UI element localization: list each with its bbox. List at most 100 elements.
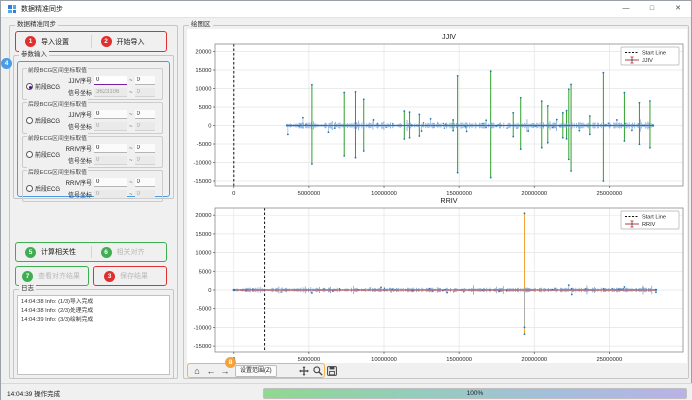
svg-text:-15000: -15000 bbox=[193, 179, 211, 185]
field-label: RRIV序号 bbox=[64, 144, 92, 153]
radio-circle[interactable] bbox=[26, 117, 33, 124]
badge-3: 3 bbox=[104, 271, 115, 282]
save-result-box: 3 保存结果 bbox=[93, 266, 167, 286]
svg-text:-15000: -15000 bbox=[193, 344, 211, 350]
svg-text:-5000: -5000 bbox=[197, 307, 212, 313]
svg-text:-10000: -10000 bbox=[193, 161, 211, 167]
badge-2: 2 bbox=[101, 36, 112, 47]
svg-text:5000: 5000 bbox=[199, 269, 212, 275]
correlation-buttons-box: 5 计算相关性 6 相关对齐 bbox=[15, 242, 167, 262]
minimize-button[interactable]: — bbox=[613, 1, 639, 17]
title-bar: 数据精准同步 — □ ✕ bbox=[1, 1, 691, 18]
svg-text:15000: 15000 bbox=[195, 68, 211, 74]
param-section-bcg-rear: 后段BCG区间坐标取值 后段BCG JJIV序号 ~ 信号坐标 ~ bbox=[22, 102, 163, 134]
field-label: 信号坐标 bbox=[64, 156, 92, 165]
svg-text:15000: 15000 bbox=[195, 232, 211, 238]
signal-coord-to-input[interactable] bbox=[135, 88, 155, 97]
signal-coord-to-input[interactable] bbox=[135, 156, 155, 165]
svg-text:5000000: 5000000 bbox=[298, 191, 321, 197]
rriv-index-from-input[interactable] bbox=[94, 144, 127, 153]
signal-coord-from-input[interactable] bbox=[94, 190, 127, 199]
progress-bar: 100% bbox=[263, 388, 687, 399]
badge-7: 7 bbox=[22, 271, 33, 282]
plot-panel-title: 绘图区 bbox=[189, 21, 213, 28]
rriv-index-from-input[interactable] bbox=[94, 178, 127, 187]
svg-text:20000000: 20000000 bbox=[521, 191, 547, 197]
jjiv-index-to-input[interactable] bbox=[135, 76, 155, 85]
jjiv-index-from-input[interactable] bbox=[94, 76, 127, 85]
start-import-button[interactable]: 2 开始导入 bbox=[92, 32, 167, 51]
signal-coord-to-input[interactable] bbox=[135, 190, 155, 199]
svg-text:0: 0 bbox=[208, 124, 211, 130]
field-label: JJIV序号 bbox=[64, 76, 92, 85]
figure-canvas[interactable]: 0500000010000000150000002000000025000000… bbox=[187, 29, 687, 363]
badge-6: 6 bbox=[101, 247, 112, 258]
log-group-title: 日志 bbox=[19, 285, 36, 292]
left-panel-title: 数据精准同步 bbox=[15, 21, 58, 28]
params-group-title: 参数输入 bbox=[19, 51, 49, 58]
param-section-bcg-front: 前段BCG区间坐标取值 前段BCG JJIV序号 ~ 信号坐标 ~ bbox=[22, 68, 163, 100]
log-area[interactable]: 14:04:38 Info: (1/3)导入完成 14:04:38 Info: … bbox=[17, 295, 170, 375]
import-settings-button[interactable]: 1 导入设置 bbox=[16, 32, 91, 51]
badge-1: 1 bbox=[25, 36, 36, 47]
radio-circle[interactable] bbox=[26, 185, 33, 192]
import-buttons-box: 1 导入设置 2 开始导入 bbox=[15, 31, 167, 52]
svg-text:JJIV: JJIV bbox=[442, 32, 456, 41]
svg-text:0: 0 bbox=[208, 288, 211, 294]
view-align-result-button[interactable]: 7 查看对齐结果 bbox=[16, 267, 88, 285]
field-label: 信号坐标 bbox=[64, 88, 92, 97]
set-range-button[interactable]: 设置范围(Z) bbox=[235, 365, 277, 377]
status-bar: 14:04:39 操作完成 100% bbox=[1, 383, 692, 400]
maximize-button[interactable]: □ bbox=[639, 1, 665, 17]
badge-4: 4 bbox=[1, 58, 12, 69]
close-button[interactable]: ✕ bbox=[665, 1, 691, 17]
svg-text:25000000: 25000000 bbox=[596, 191, 622, 197]
zoom-icon[interactable] bbox=[313, 366, 323, 376]
field-label: JJIV序号 bbox=[64, 110, 92, 119]
svg-text:5000: 5000 bbox=[199, 105, 212, 111]
svg-text:20000: 20000 bbox=[195, 213, 211, 219]
compute-correlation-button[interactable]: 5 计算相关性 bbox=[16, 243, 91, 261]
radio-circle[interactable] bbox=[26, 151, 33, 158]
signal-coord-from-input[interactable] bbox=[94, 122, 127, 131]
radio-bcg-front[interactable]: 前段BCG bbox=[26, 82, 60, 91]
svg-text:RRIV: RRIV bbox=[440, 196, 457, 205]
rriv-index-to-input[interactable] bbox=[135, 178, 155, 187]
radio-ecg-rear[interactable]: 后段ECG bbox=[26, 184, 60, 193]
log-entry: 14:04:38 Info: (2/3)处理完成 bbox=[21, 307, 166, 316]
badge-8: 8 bbox=[225, 357, 236, 368]
plot-toolbar: ⌂ ← → 设置范围(Z) bbox=[187, 363, 687, 379]
param-section-ecg-rear: 后段ECG区间坐标取值 后段ECG RRIV序号 ~ 信号坐标 ~ bbox=[22, 170, 163, 202]
log-entry: 14:04:38 Info: (1/3)导入完成 bbox=[21, 298, 166, 307]
svg-text:10000: 10000 bbox=[195, 251, 211, 257]
jjiv-index-from-input[interactable] bbox=[94, 110, 127, 119]
save-result-button[interactable]: 3 保存结果 bbox=[94, 267, 166, 285]
status-message: 14:04:39 操作完成 bbox=[7, 388, 60, 398]
field-label: 信号坐标 bbox=[64, 190, 92, 199]
svg-text:20000: 20000 bbox=[195, 50, 211, 56]
field-label: RRIV序号 bbox=[64, 178, 92, 187]
param-section-ecg-front: 前段ECG区间坐标取值 前段ECG RRIV序号 ~ 信号坐标 ~ bbox=[22, 136, 163, 168]
progress-label: 100% bbox=[264, 389, 686, 399]
pan-icon[interactable] bbox=[299, 366, 309, 376]
save-icon[interactable] bbox=[327, 366, 337, 376]
svg-text:Start Line: Start Line bbox=[642, 215, 666, 221]
svg-text:Start Line: Start Line bbox=[642, 51, 666, 57]
radio-bcg-rear[interactable]: 后段BCG bbox=[26, 116, 60, 125]
svg-text:10000000: 10000000 bbox=[371, 191, 397, 197]
view-result-box: 7 查看对齐结果 bbox=[15, 266, 89, 286]
signal-coord-from-input[interactable] bbox=[94, 88, 127, 97]
correlation-align-button[interactable]: 6 相关对齐 bbox=[92, 243, 167, 261]
svg-text:-5000: -5000 bbox=[197, 142, 212, 148]
params-highlight-box: 前段BCG区间坐标取值 前段BCG JJIV序号 ~ 信号坐标 ~ 后段BCG区… bbox=[17, 61, 170, 197]
rriv-index-to-input[interactable] bbox=[135, 144, 155, 153]
signal-coord-to-input[interactable] bbox=[135, 122, 155, 131]
jjiv-index-to-input[interactable] bbox=[135, 110, 155, 119]
svg-text:10000: 10000 bbox=[195, 87, 211, 93]
radio-circle[interactable] bbox=[26, 83, 33, 90]
field-label: 信号坐标 bbox=[64, 122, 92, 131]
svg-text:RRIV: RRIV bbox=[642, 222, 656, 228]
window-title: 数据精准同步 bbox=[21, 4, 63, 14]
radio-ecg-front[interactable]: 前段ECG bbox=[26, 150, 60, 159]
signal-coord-from-input[interactable] bbox=[94, 156, 127, 165]
